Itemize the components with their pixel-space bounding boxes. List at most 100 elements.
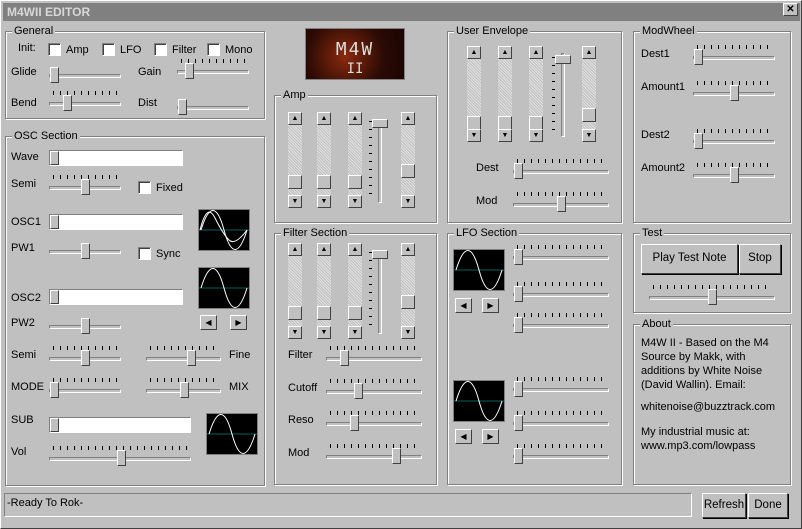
lfo2-wave-display <box>453 380 505 422</box>
sine-wave-icon <box>207 414 257 454</box>
about-line-3: additions by White Noise <box>641 365 763 377</box>
osc1-wave-display <box>198 209 250 251</box>
lfo2-rate-slider[interactable] <box>513 377 609 397</box>
lfo1-wave-display <box>453 249 505 291</box>
amp-decay-slider[interactable]: ▲ ▼ <box>317 112 331 208</box>
env-decay-slider[interactable]: ▲ ▼ <box>498 46 512 142</box>
lfo1-next-button[interactable]: ▶ <box>482 298 499 313</box>
env-mod-slider[interactable] <box>513 192 609 212</box>
filter-check-label: Filter <box>172 44 197 56</box>
filter-decay-slider[interactable]: ▲ ▼ <box>317 243 331 339</box>
play-test-note-button[interactable]: Play Test Note <box>641 244 738 274</box>
env-mod-label: Mod <box>476 195 498 207</box>
dest2-label: Dest2 <box>641 129 670 141</box>
osc1-label: OSC1 <box>11 216 41 228</box>
env-dest-label: Dest <box>476 162 499 174</box>
svg-text:II: II <box>347 61 364 77</box>
env-dest-slider[interactable] <box>513 159 609 179</box>
test-note-slider[interactable] <box>649 285 775 305</box>
cutoff-slider[interactable] <box>326 379 422 399</box>
dest1-slider[interactable] <box>693 45 775 65</box>
gain-slider[interactable] <box>177 59 249 79</box>
env-sustain-slider[interactable]: ▲ ▼ <box>529 46 543 142</box>
reso-slider[interactable] <box>326 411 422 431</box>
osc1-bar[interactable] <box>49 214 183 230</box>
gain-label: Gain <box>138 66 162 78</box>
filter-release-slider[interactable]: ▲ ▼ <box>401 243 415 339</box>
mono-check-label: Mono <box>225 44 253 56</box>
mono-checkbox[interactable] <box>207 43 220 56</box>
osc2-bar[interactable] <box>49 289 183 305</box>
about-line-2: Source by Makk, with <box>641 351 746 363</box>
lfo1-depth-slider[interactable] <box>513 282 609 302</box>
amp-checkbox[interactable] <box>48 43 61 56</box>
env-level-fader[interactable] <box>552 49 574 141</box>
sine-wave-icon <box>199 210 249 250</box>
cutoff-label: Cutoff <box>288 382 318 394</box>
vol-slider[interactable] <box>49 446 191 466</box>
amount2-slider[interactable] <box>693 163 775 183</box>
refresh-button[interactable]: Refresh <box>702 493 746 518</box>
done-button[interactable]: Done <box>748 493 788 518</box>
osc2-next-button[interactable]: ▶ <box>230 315 247 330</box>
close-button[interactable]: ✕ <box>783 3 798 16</box>
semi2-slider[interactable] <box>49 346 121 366</box>
filter-attack-slider[interactable]: ▲ ▼ <box>288 243 302 339</box>
sub-bar[interactable] <box>49 417 191 433</box>
pw1-slider[interactable] <box>49 239 121 259</box>
test-label: Test <box>640 226 665 240</box>
amp-release-slider[interactable]: ▲ ▼ <box>401 112 415 208</box>
status-text: -Ready To Rok- <box>7 497 84 509</box>
env-release-slider[interactable]: ▲ ▼ <box>582 46 596 142</box>
glide-label: Glide <box>11 66 37 78</box>
bend-slider[interactable] <box>49 91 121 111</box>
fine-slider[interactable] <box>146 346 221 366</box>
lfo1-prev-button[interactable]: ◀ <box>455 298 472 313</box>
osc2-prev-button[interactable]: ◀ <box>200 315 217 330</box>
filter-sustain-slider[interactable]: ▲ ▼ <box>348 243 362 339</box>
amp-sustain-slider[interactable]: ▲ ▼ <box>348 112 362 208</box>
dist-label: Dist <box>138 97 157 109</box>
amount1-label: Amount1 <box>641 81 686 93</box>
filter-mod-slider[interactable] <box>326 444 422 464</box>
filter-level-fader[interactable] <box>369 244 391 338</box>
fine-label: Fine <box>229 349 251 361</box>
amp-attack-slider[interactable]: ▲ ▼ <box>288 112 302 208</box>
mix-label: MIX <box>229 381 249 393</box>
sync-checkbox[interactable] <box>138 247 151 260</box>
env-attack-slider[interactable]: ▲ ▼ <box>467 46 481 142</box>
lfo2-prev-button[interactable]: ◀ <box>455 429 472 444</box>
filter-type-slider[interactable] <box>326 346 422 366</box>
glide-slider[interactable] <box>49 63 121 83</box>
semi2-label: Semi <box>11 349 37 361</box>
mix-slider[interactable] <box>146 378 221 398</box>
filter-mod-label: Mod <box>288 447 310 459</box>
dest2-slider[interactable] <box>693 129 775 149</box>
sub-label: SUB <box>11 414 34 426</box>
amp-check-label: Amp <box>66 44 89 56</box>
lfo-group-label: LFO Section <box>454 226 520 240</box>
sub-wave-display <box>206 413 258 455</box>
amp-level-fader[interactable] <box>369 113 391 207</box>
semi-slider[interactable] <box>49 175 121 195</box>
amount1-slider[interactable] <box>693 81 775 101</box>
stop-button[interactable]: Stop <box>739 244 781 274</box>
wave-bar[interactable] <box>49 150 183 166</box>
amp-group-label: Amp <box>281 88 308 102</box>
mode-slider[interactable] <box>49 378 121 398</box>
lfo2-depth-slider[interactable] <box>513 411 609 431</box>
fixed-checkbox[interactable] <box>138 181 151 194</box>
dist-slider[interactable] <box>177 95 249 115</box>
filter-group-label: Filter Section <box>281 226 350 240</box>
bend-label: Bend <box>11 97 37 109</box>
lfo1-rate-slider[interactable] <box>513 245 609 265</box>
lfo-checkbox[interactable] <box>102 43 115 56</box>
lfo2-next-button[interactable]: ▶ <box>482 429 499 444</box>
status-bar: -Ready To Rok- <box>4 493 692 517</box>
sync-label: Sync <box>156 248 181 260</box>
filter-checkbox[interactable] <box>154 43 167 56</box>
lfo2-dest-slider[interactable] <box>513 444 609 464</box>
lfo1-dest-slider[interactable] <box>513 313 609 333</box>
pw2-label: PW2 <box>11 317 35 329</box>
pw2-slider[interactable] <box>49 314 121 334</box>
